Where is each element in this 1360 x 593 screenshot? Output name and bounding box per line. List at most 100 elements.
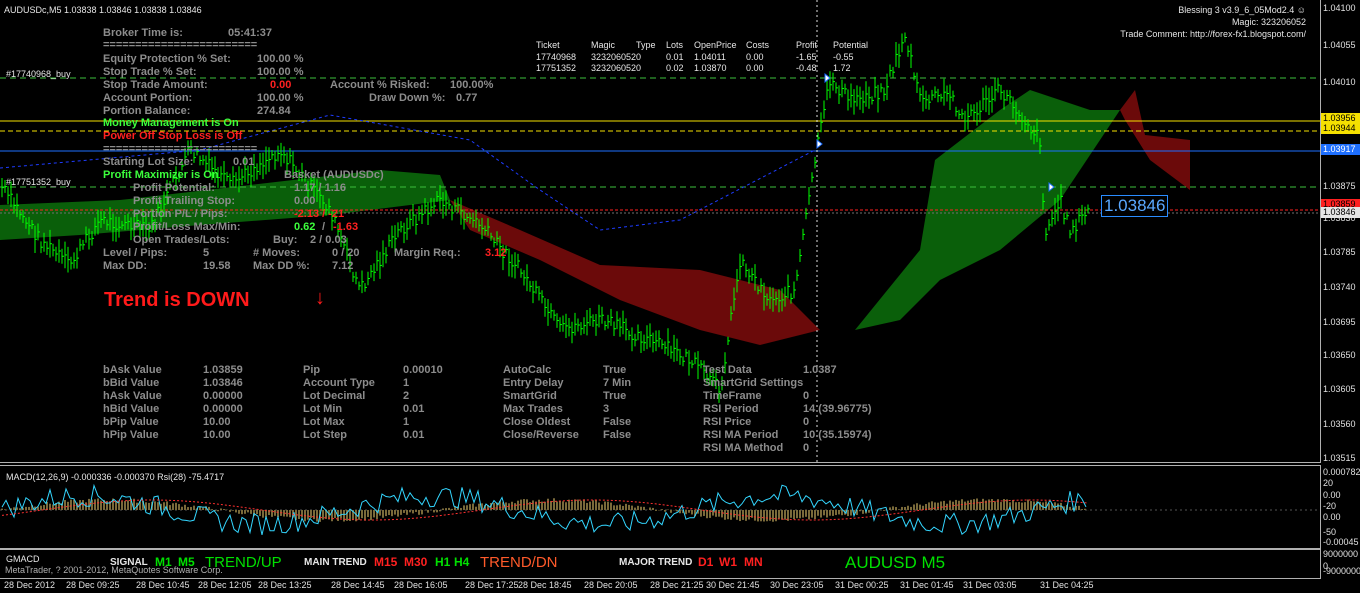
profit-trailing-value: 0.00 [294,195,316,207]
price-axis-label: 1.03515 [1323,453,1356,463]
stop-trade-pct-value: 100.00 % [257,66,304,78]
main-tf-h4: H4 [454,555,470,569]
stop-trade-amount-label: Stop Trade Amount: [103,79,208,91]
info-cell: Max Trades [503,403,563,415]
starting-lot-value: 0.01 [233,156,255,168]
signal-tf-m1: M1 [155,555,172,569]
rsi-line [1,483,1087,536]
info-cell: hPip Value [103,429,159,441]
info-cell: 1.0387 [803,364,837,376]
profit-potential-label: Profit Potential: [133,182,215,194]
pair-timeframe: AUDUSD M5 [845,553,946,572]
orders-cell: 0 [636,52,642,62]
current-price-box: 1.03846 [1101,195,1169,217]
info-cell: Pip [303,364,321,376]
info-cell: 0.01 [403,403,425,415]
gmacd-label: GMACD [6,554,40,564]
info-cell: 1 [403,416,410,428]
major-tf-mn: MN [744,555,763,569]
info-cell: 1.03859 [203,364,243,376]
gmacd-pane[interactable]: GMACD MetaTrader, ? 2001-2012, MetaQuote… [0,549,1321,579]
info-cell: hAsk Value [103,390,162,402]
orders-cell: 323206052 [591,52,637,62]
orders-header: Type [636,40,656,50]
major-trend-label: MAJOR TREND [619,557,693,568]
orders-header: Ticket [536,40,560,50]
ea-magic: Magic: 323206052 [1231,17,1306,27]
time-axis-label: 28 Dec 14:45 [331,580,385,590]
info-cell: 10.00 [203,416,231,428]
main-trend-label: MAIN TREND [304,557,367,568]
info-cell: RSI Period [703,403,759,415]
trend-status: Trend is DOWN [104,289,250,311]
price-axis-label: 1.03875 [1323,181,1356,191]
orders-header: Lots [666,40,684,50]
level-value: 5 [203,247,210,259]
margin-label: Margin Req.: [394,247,461,259]
price-axis-label: 1.03650 [1323,350,1356,360]
info-cell: Close/Reverse [503,429,579,441]
orders-cell: -1.65 [796,52,817,62]
maxdd-value: 19.58 [203,260,231,272]
signal-label: SIGNAL [110,557,148,568]
price-axis-label: 1.03740 [1323,282,1356,292]
open-trades-value: 2 / 0.03 [310,234,347,246]
broker-time-value: 05:41:37 [228,27,273,39]
open-trades-label: Open Trades/Lots: [133,234,230,246]
orders-header: Costs [746,40,770,50]
info-cell: Test Data [703,364,752,376]
price-chart-pane[interactable]: AUDUSDc,M5 1.03838 1.03846 1.03838 1.038… [0,0,1321,463]
profit-loss-max: 0.62 [294,221,316,233]
portion-balance-label: Portion Balance: [103,105,191,117]
maxdd-pct-value: 7.12 [332,260,354,272]
orders-cell: 17751352 [536,63,577,73]
time-axis-label: 28 Dec 18:45 [518,580,572,590]
major-tf-w1: W1 [719,555,737,569]
starting-lot-label: Starting Lot Size: [103,156,194,168]
info-cell: Entry Delay [503,377,564,389]
broker-time-label: Broker Time is: [103,27,183,39]
orders-cell: 1.04011 [694,52,726,62]
time-axis-label: 31 Dec 00:25 [835,580,889,590]
portion-pl-value: -2.13 / -21 [294,208,345,220]
slash: / [322,221,326,233]
info-cell: Lot Min [303,403,343,415]
macd-axis-label: 0.000782 [1323,467,1360,477]
power-off-sl-status: Power Off Stop Loss is Off [103,130,243,142]
margin-value: 3.12 [485,247,507,259]
basket-label: Basket (AUDUSDc) [284,169,384,181]
info-cell: Account Type [303,377,375,389]
info-cell: 10 (35.15974) [803,429,872,441]
price-axis-label: 1.03605 [1323,384,1356,394]
info-cell: 7 Min [603,377,632,389]
account-risked-value: 100.00% [450,79,494,91]
macd-pane[interactable]: MACD(12,26,9) -0.000336 -0.000370 Rsi(28… [0,465,1321,549]
money-management-status: Money Management is On [103,117,239,129]
time-axis-label: 28 Dec 10:45 [136,580,190,590]
info-cell: Lot Decimal [303,390,366,402]
info-cell: 0.00000 [203,390,243,402]
account-risked-label: Account % Risked: [330,79,430,91]
info-cell: SmartGrid Settings [703,377,804,389]
account-portion-value: 100.00 % [257,92,304,104]
profit-loss-label: Profit/Loss Max/Min: [133,221,241,233]
stop-trade-pct-label: Stop Trade % Set: [103,66,197,78]
orders-cell: 0 [636,63,642,73]
open-trades-buy: Buy: [273,234,298,246]
signal-tf-m5: M5 [178,555,195,569]
info-cell: 1.03846 [203,377,243,389]
major-tf-d1: D1 [698,555,714,569]
ichimoku-cloud-down [1120,90,1190,190]
maxdd-pct-label: Max DD %: [253,260,310,272]
time-axis: 28 Dec 2012 28 Dec 09:25 28 Dec 10:45 28 De… [0,578,1320,593]
orders-cell: 0.02 [666,63,684,73]
orders-cell: -0.55 [833,52,854,62]
info-cell: RSI MA Period [703,429,779,441]
price-axis-label: 1.03695 [1323,317,1356,327]
time-axis-label: 28 Dec 17:25 [465,580,519,590]
order-arrow-marker[interactable] [816,138,823,150]
separator: ======================== [103,39,258,51]
buy-order-label-1: #17740968_buy [6,69,71,79]
orders-cell: -0.48 [796,63,817,73]
info-cell: 0 [803,390,810,402]
